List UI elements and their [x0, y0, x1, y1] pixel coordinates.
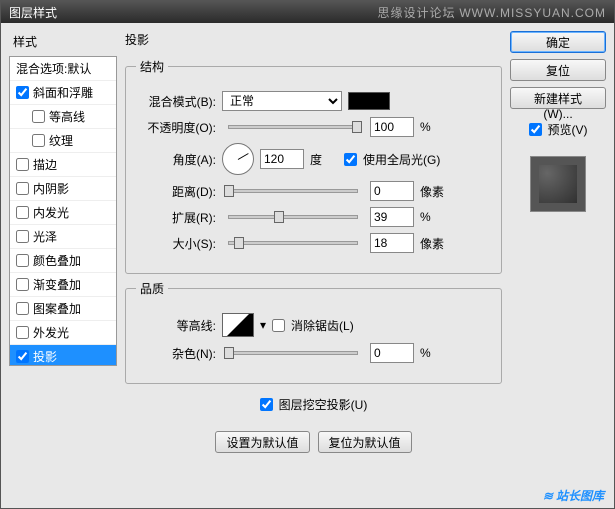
- contour-picker[interactable]: [222, 313, 254, 337]
- opacity-input[interactable]: [370, 117, 414, 137]
- style-checkbox[interactable]: [32, 110, 45, 123]
- styles-list: 混合选项:默认斜面和浮雕等高线纹理描边内阴影内发光光泽颜色叠加渐变叠加图案叠加外…: [9, 56, 117, 366]
- spread-unit: %: [420, 210, 448, 224]
- distance-slider[interactable]: [228, 189, 358, 193]
- knockout-checkbox[interactable]: [260, 398, 273, 411]
- antialias-checkbox[interactable]: [272, 319, 285, 332]
- size-label: 大小(S):: [136, 235, 216, 252]
- shadow-color-swatch[interactable]: [348, 92, 390, 110]
- new-style-button[interactable]: 新建样式(W)...: [510, 87, 606, 109]
- style-item-label: 纹理: [49, 132, 73, 149]
- styles-sidebar: 样式 混合选项:默认斜面和浮雕等高线纹理描边内阴影内发光光泽颜色叠加渐变叠加图案…: [9, 31, 117, 500]
- spread-label: 扩展(R):: [136, 209, 216, 226]
- style-checkbox[interactable]: [16, 254, 29, 267]
- style-item-0[interactable]: 混合选项:默认: [10, 57, 116, 81]
- opacity-slider[interactable]: [228, 125, 358, 129]
- style-item-1[interactable]: 斜面和浮雕: [10, 81, 116, 105]
- opacity-label: 不透明度(O):: [136, 119, 216, 136]
- angle-label: 角度(A):: [136, 151, 216, 168]
- style-item-9[interactable]: 渐变叠加: [10, 273, 116, 297]
- style-item-5[interactable]: 内阴影: [10, 177, 116, 201]
- angle-dial[interactable]: [222, 143, 254, 175]
- preview-checkbox[interactable]: [529, 123, 542, 136]
- style-item-label: 描边: [33, 156, 57, 173]
- noise-unit: %: [420, 346, 448, 360]
- titlebar: 图层样式 思缘设计论坛 WWW.MISSYUAN.COM: [1, 1, 614, 23]
- style-item-label: 等高线: [49, 108, 85, 125]
- style-item-label: 图案叠加: [33, 300, 81, 317]
- angle-unit: 度: [310, 151, 338, 168]
- style-item-3[interactable]: 纹理: [10, 129, 116, 153]
- style-checkbox[interactable]: [16, 182, 29, 195]
- make-default-button[interactable]: 设置为默认值: [215, 431, 309, 453]
- watermark: 思缘设计论坛 WWW.MISSYUAN.COM: [378, 4, 606, 21]
- reset-default-button[interactable]: 复位为默认值: [318, 431, 412, 453]
- style-item-4[interactable]: 描边: [10, 153, 116, 177]
- style-item-label: 内阴影: [33, 180, 69, 197]
- blend-mode-select[interactable]: 正常: [222, 91, 342, 111]
- style-checkbox[interactable]: [16, 302, 29, 315]
- style-checkbox[interactable]: [16, 230, 29, 243]
- style-item-12[interactable]: 投影: [10, 345, 116, 366]
- noise-input[interactable]: [370, 343, 414, 363]
- sidebar-heading: 样式: [9, 31, 117, 56]
- style-item-6[interactable]: 内发光: [10, 201, 116, 225]
- style-item-11[interactable]: 外发光: [10, 321, 116, 345]
- style-item-label: 外发光: [33, 324, 69, 341]
- style-item-8[interactable]: 颜色叠加: [10, 249, 116, 273]
- quality-group: 品质 等高线: ▾ 消除锯齿(L) 杂色(N): %: [125, 280, 502, 384]
- ok-button[interactable]: 确定: [510, 31, 606, 53]
- window-title: 图层样式: [9, 4, 57, 21]
- blend-mode-label: 混合模式(B):: [136, 93, 216, 110]
- style-item-label: 渐变叠加: [33, 276, 81, 293]
- style-checkbox[interactable]: [16, 206, 29, 219]
- style-item-label: 混合选项:默认: [16, 60, 91, 77]
- structure-group: 结构 混合模式(B): 正常 不透明度(O): % 角度(A): 度: [125, 58, 502, 274]
- spread-slider[interactable]: [228, 215, 358, 219]
- style-item-label: 投影: [33, 348, 57, 365]
- right-panel: 确定 复位 新建样式(W)... 预览(V): [510, 31, 606, 500]
- footer-logo: ≋ 站长图库: [543, 487, 604, 504]
- main-panel: 投影 结构 混合模式(B): 正常 不透明度(O): % 角度(A):: [125, 31, 502, 500]
- style-checkbox[interactable]: [16, 86, 29, 99]
- layer-style-dialog: 图层样式 思缘设计论坛 WWW.MISSYUAN.COM 样式 混合选项:默认斜…: [0, 0, 615, 509]
- style-item-label: 斜面和浮雕: [33, 84, 93, 101]
- style-checkbox[interactable]: [16, 278, 29, 291]
- style-checkbox[interactable]: [32, 134, 45, 147]
- distance-input[interactable]: [370, 181, 414, 201]
- style-item-label: 颜色叠加: [33, 252, 81, 269]
- cancel-button[interactable]: 复位: [510, 59, 606, 81]
- style-item-2[interactable]: 等高线: [10, 105, 116, 129]
- noise-label: 杂色(N):: [136, 345, 216, 362]
- swoosh-icon: ≋: [543, 489, 552, 503]
- antialias-label: 消除锯齿(L): [291, 317, 354, 334]
- angle-input[interactable]: [260, 149, 304, 169]
- preview-thumbnail: [530, 156, 586, 212]
- style-checkbox[interactable]: [16, 350, 29, 363]
- spread-input[interactable]: [370, 207, 414, 227]
- distance-unit: 像素: [420, 183, 448, 200]
- style-item-7[interactable]: 光泽: [10, 225, 116, 249]
- global-light-checkbox[interactable]: [344, 153, 357, 166]
- distance-label: 距离(D):: [136, 183, 216, 200]
- global-light-label: 使用全局光(G): [363, 151, 440, 168]
- size-input[interactable]: [370, 233, 414, 253]
- structure-legend: 结构: [136, 58, 168, 75]
- quality-legend: 品质: [136, 280, 168, 297]
- panel-title: 投影: [125, 31, 502, 48]
- size-slider[interactable]: [228, 241, 358, 245]
- noise-slider[interactable]: [228, 351, 358, 355]
- style-item-10[interactable]: 图案叠加: [10, 297, 116, 321]
- style-item-label: 内发光: [33, 204, 69, 221]
- size-unit: 像素: [420, 235, 448, 252]
- opacity-unit: %: [420, 120, 448, 134]
- style-checkbox[interactable]: [16, 326, 29, 339]
- preview-label: 预览(V): [548, 121, 588, 138]
- knockout-label: 图层挖空投影(U): [279, 396, 368, 413]
- style-checkbox[interactable]: [16, 158, 29, 171]
- chevron-down-icon[interactable]: ▾: [260, 318, 266, 332]
- style-item-label: 光泽: [33, 228, 57, 245]
- contour-label: 等高线:: [136, 317, 216, 334]
